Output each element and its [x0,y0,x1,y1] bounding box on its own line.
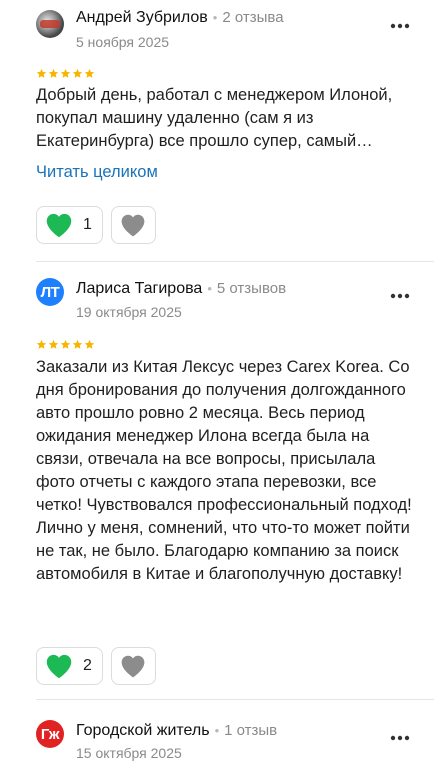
star-icon [72,339,83,349]
dislike-button[interactable] [110,206,156,244]
more-dots-icon[interactable] [388,284,412,308]
star-icon [36,68,47,78]
author-reviews-count: 2 отзыва [222,9,284,26]
rating-stars [36,339,95,350]
star-icon [60,339,71,349]
avatar[interactable]: Гж [36,720,64,748]
review-text: Заказали из Китая Лексус через Carex Kor… [36,358,412,583]
star-icon [84,339,95,349]
review-card: Андрей Зубрилов • 2 отзыва 5 ноября 2025 Д… [0,0,434,262]
read-more-link[interactable]: Читать целиком [36,163,158,182]
heart-dislike-icon [122,655,145,678]
review-header: Городской житель • 1 отзыв [76,722,277,740]
heart-like-icon [46,654,72,679]
separator-dot: • [207,281,212,296]
heart-like-icon [46,213,72,238]
separator-dot: • [214,723,220,738]
like-button[interactable]: 1 [36,206,103,244]
more-dots-icon[interactable] [388,726,412,750]
like-button[interactable]: 2 [36,647,103,685]
review-header: Андрей Зубрилов • 2 отзыва [76,9,284,27]
separator-dot: • [212,10,218,25]
star-icon [60,68,71,78]
reactions: 1 [36,206,156,244]
like-count: 2 [83,657,92,674]
star-icon [84,68,95,78]
review-header: Лариса Тагирова • 5 отзывов [76,280,286,298]
author-name[interactable]: Лариса Тагирова [76,280,202,297]
star-icon [48,339,59,349]
avatar[interactable] [36,10,64,38]
review-date: 19 октября 2025 [76,304,182,320]
divider [36,699,434,700]
rating-stars [36,68,95,79]
author-name[interactable]: Городской житель [76,722,210,739]
star-icon [36,339,47,349]
more-dots-icon[interactable] [388,14,412,38]
review-card: Гж Городской житель • 1 отзыв 15 октября 2… [0,702,434,774]
review-date: 5 ноября 2025 [76,34,170,50]
review-text: Добрый день, работал с менеджером Илоной… [36,86,393,150]
review-card: ЛТ Лариса Тагирова • 5 отзывов 19 октября … [0,262,434,702]
review-date: 15 октября 2025 [76,745,182,761]
star-icon [48,68,59,78]
heart-dislike-icon [122,214,145,237]
reactions: 2 [36,647,156,685]
avatar[interactable]: ЛТ [36,278,64,306]
star-icon [72,68,83,78]
author-reviews-count: 5 отзывов [216,280,287,297]
dislike-button[interactable] [110,647,156,685]
like-count: 1 [83,216,92,233]
author-name[interactable]: Андрей Зубрилов [76,9,208,26]
author-reviews-count: 1 отзыв [224,722,278,739]
